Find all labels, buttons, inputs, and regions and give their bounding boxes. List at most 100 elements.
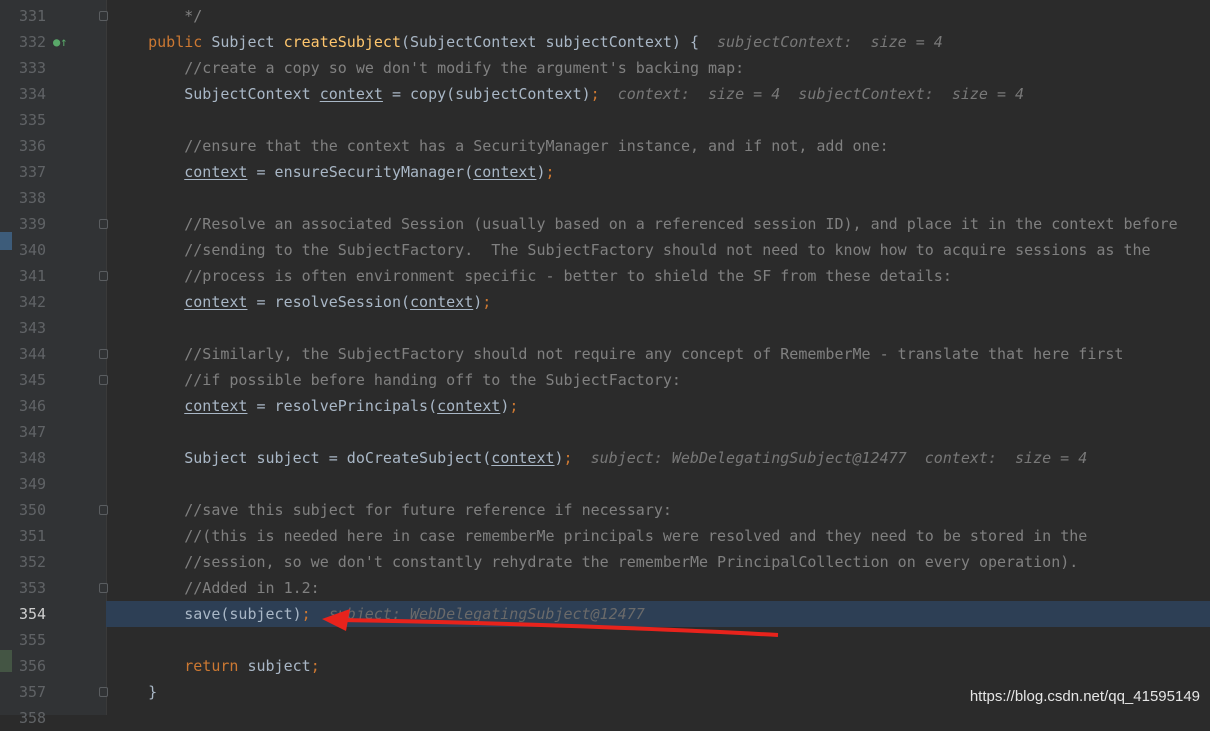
line-number[interactable]: 331 bbox=[19, 3, 49, 29]
line-number[interactable]: 336 bbox=[19, 133, 49, 159]
line-number[interactable]: 350 bbox=[19, 497, 49, 523]
code-token: save(subject) bbox=[112, 605, 302, 623]
line-number[interactable]: 335 bbox=[19, 107, 49, 133]
code-token: ) bbox=[554, 449, 564, 467]
line-number[interactable]: 345 bbox=[19, 367, 49, 393]
line-number[interactable]: 332 bbox=[19, 29, 49, 55]
code-line[interactable]: 358 bbox=[0, 705, 1210, 731]
line-number[interactable]: 347 bbox=[19, 419, 49, 445]
code-token: //(this is needed here in case rememberM… bbox=[112, 527, 1088, 545]
code-line[interactable]: 338 bbox=[0, 185, 1210, 211]
code-line[interactable]: 349 bbox=[0, 471, 1210, 497]
code-line[interactable]: 355 bbox=[0, 627, 1210, 653]
code-token: ; bbox=[482, 293, 492, 311]
code-editor[interactable]: 331 */332 ●↑ public Subject createSubject… bbox=[0, 0, 1210, 727]
fold-icon[interactable] bbox=[99, 349, 108, 359]
code-line[interactable]: 351 //(this is needed here in case remem… bbox=[0, 523, 1210, 549]
inline-debug-hint: context: size = 4 subjectContext: size =… bbox=[617, 85, 1025, 103]
line-number[interactable]: 343 bbox=[19, 315, 49, 341]
code-line[interactable]: 334 SubjectContext context = copy(subjec… bbox=[0, 81, 1210, 107]
code-line[interactable]: 331 */ bbox=[0, 3, 1210, 29]
fold-icon[interactable] bbox=[99, 271, 108, 281]
code-token: context bbox=[319, 85, 383, 103]
code-line[interactable]: 333 //create a copy so we don't modify t… bbox=[0, 55, 1210, 81]
code-token: //session, so we don't constantly rehydr… bbox=[112, 553, 1079, 571]
code-line[interactable]: 343 bbox=[0, 315, 1210, 341]
code-token: context bbox=[437, 397, 501, 415]
code-token: return bbox=[184, 657, 239, 675]
code-text: SubjectContext context = copy(subjectCon… bbox=[112, 81, 1024, 107]
code-line[interactable]: 336 //ensure that the context has a Secu… bbox=[0, 133, 1210, 159]
code-line[interactable]: 341 //process is often environment speci… bbox=[0, 263, 1210, 289]
line-number[interactable]: 351 bbox=[19, 523, 49, 549]
code-line[interactable]: 342 context = resolveSession(context); bbox=[0, 289, 1210, 315]
line-number[interactable]: 354 bbox=[19, 601, 49, 627]
code-line[interactable]: 340 //sending to the SubjectFactory. The… bbox=[0, 237, 1210, 263]
code-line[interactable]: 348 Subject subject = doCreateSubject(co… bbox=[0, 445, 1210, 471]
code-line[interactable]: 350 //save this subject for future refer… bbox=[0, 497, 1210, 523]
line-number[interactable]: 357 bbox=[19, 679, 49, 705]
code-token: //ensure that the context has a Security… bbox=[112, 137, 889, 155]
line-number[interactable]: 337 bbox=[19, 159, 49, 185]
code-token: SubjectContext bbox=[112, 85, 320, 103]
line-number[interactable]: 348 bbox=[19, 445, 49, 471]
code-token: = ensureSecurityManager( bbox=[247, 163, 474, 181]
line-number[interactable]: 356 bbox=[19, 653, 49, 679]
fold-icon[interactable] bbox=[99, 505, 108, 515]
code-line[interactable]: 354 save(subject); subject: WebDelegating… bbox=[19, 601, 1210, 627]
code-token: ) bbox=[536, 163, 546, 181]
line-number[interactable]: 342 bbox=[19, 289, 49, 315]
code-text: //session, so we don't constantly rehydr… bbox=[112, 549, 1078, 575]
code-line[interactable]: 332 ●↑ public Subject createSubject(Subje… bbox=[0, 29, 1210, 55]
fold-icon[interactable] bbox=[99, 375, 108, 385]
code-token: subject bbox=[238, 657, 311, 675]
code-text: //Added in 1.2: bbox=[112, 575, 320, 601]
code-text: //create a copy so we don't modify the a… bbox=[112, 55, 744, 81]
line-number[interactable]: 334 bbox=[19, 81, 49, 107]
fold-icon[interactable] bbox=[99, 583, 108, 593]
code-text: } bbox=[112, 679, 157, 705]
code-token: ; bbox=[310, 657, 320, 675]
code-line[interactable]: 339 //Resolve an associated Session (usu… bbox=[0, 211, 1210, 237]
line-number[interactable]: 358 bbox=[19, 705, 49, 731]
line-number[interactable]: 353 bbox=[19, 575, 49, 601]
code-line[interactable]: 356 return subject; bbox=[0, 653, 1210, 679]
code-line[interactable]: 353 //Added in 1.2: bbox=[0, 575, 1210, 601]
code-line[interactable]: 335 bbox=[0, 107, 1210, 133]
code-token: } bbox=[112, 683, 158, 701]
line-number[interactable]: 340 bbox=[19, 237, 49, 263]
code-text: //Resolve an associated Session (usually… bbox=[112, 211, 1177, 237]
fold-icon[interactable] bbox=[99, 11, 108, 21]
line-number[interactable]: 341 bbox=[19, 263, 49, 289]
line-number[interactable]: 338 bbox=[19, 185, 49, 211]
override-marker-icon[interactable]: ●↑ bbox=[53, 29, 67, 55]
line-number[interactable]: 352 bbox=[19, 549, 49, 575]
code-line[interactable]: 346 context = resolvePrincipals(context)… bbox=[0, 393, 1210, 419]
line-number[interactable]: 346 bbox=[19, 393, 49, 419]
line-number[interactable]: 355 bbox=[19, 627, 49, 653]
line-number[interactable]: 339 bbox=[19, 211, 49, 237]
line-number[interactable]: 333 bbox=[19, 55, 49, 81]
code-token: Subject bbox=[202, 33, 284, 51]
fold-icon[interactable] bbox=[99, 219, 108, 229]
code-text: //sending to the SubjectFactory. The Sub… bbox=[112, 237, 1150, 263]
code-text: Subject subject = doCreateSubject(contex… bbox=[112, 445, 1087, 471]
code-line[interactable]: 344 //Similarly, the SubjectFactory shou… bbox=[0, 341, 1210, 367]
code-line[interactable]: 345 //if possible before handing off to … bbox=[0, 367, 1210, 393]
code-line[interactable]: 347 bbox=[0, 419, 1210, 445]
code-token: //if possible before handing off to the … bbox=[112, 371, 681, 389]
code-line[interactable]: 352 //session, so we don't constantly re… bbox=[0, 549, 1210, 575]
line-number[interactable]: 349 bbox=[19, 471, 49, 497]
code-token: //Added in 1.2: bbox=[112, 579, 320, 597]
fold-icon[interactable] bbox=[99, 687, 108, 697]
line-number[interactable]: 344 bbox=[19, 341, 49, 367]
code-token: //create a copy so we don't modify the a… bbox=[112, 59, 745, 77]
code-token: ; bbox=[301, 605, 311, 623]
code-token: context bbox=[491, 449, 555, 467]
code-token: ; bbox=[545, 163, 555, 181]
code-line[interactable]: 337 context = ensureSecurityManager(cont… bbox=[0, 159, 1210, 185]
code-token: Subject subject = doCreateSubject( bbox=[112, 449, 492, 467]
code-token: (SubjectContext subjectContext) { bbox=[401, 33, 700, 51]
